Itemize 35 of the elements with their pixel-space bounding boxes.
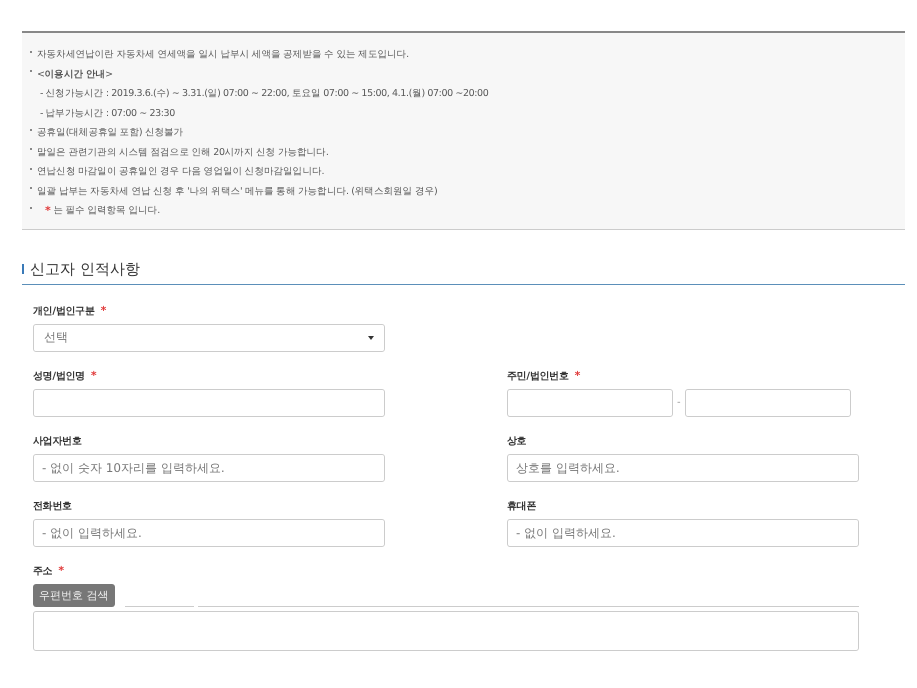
address-detail-input[interactable] (33, 610, 859, 650)
field-label: 개인/법인구분 (33, 304, 95, 318)
postcode-search-button[interactable]: 우편번호 검색 (33, 584, 114, 606)
section-title: 신고자 인적사항 (30, 260, 140, 278)
caret-icon (368, 336, 374, 340)
field-label: 상호 (507, 434, 526, 448)
separator-text: - (677, 397, 681, 408)
notice-text: - 신청가능시간 : 2019.3.6.(수) ~ 3.31.(일) 07:00 ~ 22:00, 토요일 07:00 ~ 15:00, 4.1.(월) 07:00 ~20:00 (39, 87, 490, 101)
required-mark-text: * (45, 203, 50, 219)
select-dropdown[interactable]: 선택 (33, 324, 385, 352)
field-label: 주소 (33, 564, 52, 578)
field-label: 주민/법인번호 (507, 370, 569, 382)
notice-text: 연납신청 마감일이 공휴일인 경우 다음 영업일이 신청마감일입니다. (30, 162, 897, 182)
text-input[interactable] (33, 388, 385, 416)
text-input[interactable]: 상호를 입력하세요. (507, 454, 859, 482)
notice-text: 는 필수 입력항목 입니다. (53, 204, 160, 218)
required-mark-text: * (100, 304, 106, 317)
text-input[interactable]: - 없이 입력하세요. (33, 518, 385, 546)
text-input[interactable] (507, 388, 673, 416)
text-input[interactable]: - 없이 입력하세요. (507, 518, 859, 546)
field-label: 전화번호 (33, 500, 72, 512)
required-mark-text: * (58, 564, 64, 577)
required-mark-text: * (90, 369, 97, 382)
notice-text: - 납부가능시간 : 07:00 ~ 23:30 (39, 106, 176, 120)
field-label: 휴대폰 (507, 500, 536, 512)
notice-text: 일괄 납부는 자동차세 연납 신청 후 '나의 위택스' 메뉴를 통해 가능합니다. (위택스회원일 경우) (30, 182, 897, 201)
text-input[interactable]: - 없이 숫자 10자리를 입력하세요. (33, 454, 385, 482)
field-label: 사업자번호 (33, 434, 82, 448)
text-input[interactable] (684, 388, 851, 416)
notice-text: 공휴일(대체공휴일 포함) 신청불가 (30, 123, 897, 142)
required-mark-text: * (574, 369, 580, 382)
notice-text: 말일은 관련기관의 시스템 점검으로 인해 20시까지 신청 가능합니다. (30, 142, 897, 162)
notice-text: <이용시간 안내> (30, 64, 897, 84)
notice-text: 자동차세연납이란 자동차세 연세액을 일시 납부시 세액을 공제받을 수 있는 제도입니다. (30, 45, 897, 64)
field-label: 성명/법인명 (33, 370, 85, 382)
